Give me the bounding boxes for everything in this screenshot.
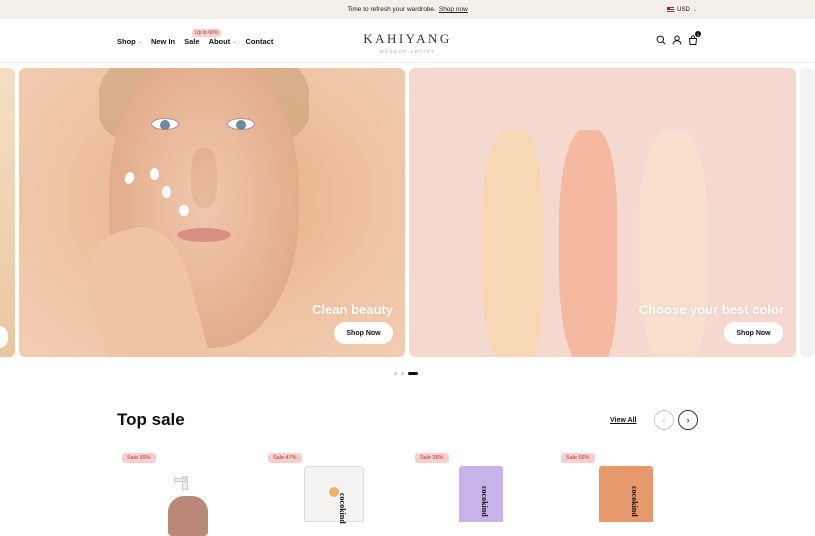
sale-badge: Sale 39% (122, 453, 156, 463)
currency-selector[interactable]: USD ⌄ (667, 0, 697, 19)
cream-dot (179, 205, 189, 216)
header-icons: 1 (656, 31, 701, 45)
cream-dot (162, 186, 171, 198)
sale-badge: Sale 47% (268, 453, 302, 463)
logo-subtitle: MAKEUP ARTIST (379, 49, 436, 54)
cart-count: 1 (695, 31, 701, 37)
product-image-white-tube: cocokind (304, 466, 364, 524)
sale-badge: Sale 56% (561, 453, 595, 463)
eye-right (227, 118, 255, 130)
foundation-swatch (639, 130, 707, 357)
product-card[interactable]: Sale 56% cocokind (561, 452, 691, 522)
cart-icon[interactable]: 1 (688, 31, 701, 45)
cream-dot (150, 168, 159, 180)
hero-slide-partial[interactable] (800, 68, 815, 357)
site-header: Shop ⌄ New In Sale About ⌄ Contact Up to 6… (0, 19, 815, 63)
product-card[interactable]: Sale 38% cocokind (415, 452, 545, 522)
hero-slide-clean-beauty[interactable]: Clean beauty Shop Now (19, 68, 405, 357)
pagination-dot[interactable] (394, 372, 397, 375)
hero-slide-best-color[interactable]: Choose your best color Shop Now (409, 68, 796, 357)
carousel-prev-button[interactable]: ‹ (654, 410, 674, 430)
product-card[interactable]: Sale 47% cocokind (268, 452, 398, 524)
slider-pagination (394, 372, 418, 375)
foundation-swatch (481, 130, 543, 357)
slide-caption: Choose your best color (638, 302, 784, 317)
announcement-text: Time to refresh your wardrobe. (347, 6, 436, 13)
view-all-link[interactable]: View All (610, 417, 636, 424)
lips (177, 228, 231, 242)
announcement-shop-now-link[interactable]: Shop now (439, 6, 468, 13)
shop-now-button[interactable]: Shop Now (334, 322, 393, 344)
pagination-dot-active[interactable] (408, 372, 418, 375)
product-brand: cocokind (480, 486, 489, 517)
user-icon[interactable] (672, 35, 682, 45)
product-brand: cocokind (338, 493, 347, 524)
nose (191, 148, 217, 208)
section-title: Top sale (117, 410, 185, 429)
currency-label: USD (677, 6, 690, 13)
product-brand: cocokind (630, 486, 639, 517)
eye-left (151, 118, 179, 130)
product-image-orange-tube: cocokind (599, 466, 653, 522)
foundation-swatch (559, 130, 617, 357)
product-image-pump-bottle (164, 476, 212, 536)
chevron-left-icon: ‹ (662, 415, 666, 425)
product-image-purple-tube: cocokind (459, 466, 503, 522)
hero-slide-partial[interactable] (0, 68, 15, 357)
chevron-down-icon: ⌄ (692, 6, 697, 13)
pagination-dot[interactable] (401, 372, 404, 375)
chevron-right-icon: › (686, 415, 690, 425)
search-icon[interactable] (656, 35, 666, 45)
us-flag-icon (667, 7, 675, 12)
slide-caption: Clean beauty (312, 302, 393, 317)
sale-badge: Sale 38% (415, 453, 449, 463)
shop-now-button[interactable]: Shop Now (724, 322, 783, 344)
shop-now-button-partial[interactable] (0, 326, 8, 348)
product-card[interactable]: Sale 39% (122, 452, 252, 536)
carousel-next-button[interactable]: › (678, 410, 698, 430)
